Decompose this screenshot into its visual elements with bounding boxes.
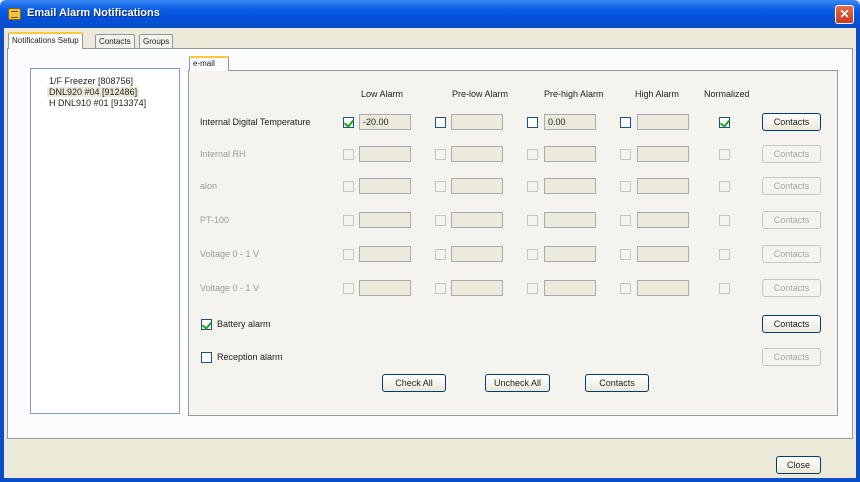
row-contacts-button[interactable]: Contacts (762, 145, 821, 163)
battery-alarm-checkbox[interactable] (201, 319, 212, 330)
uncheck-all-button[interactable]: Uncheck All (485, 374, 550, 392)
threshold-field[interactable] (359, 246, 411, 262)
window-border-left (0, 28, 4, 482)
threshold-field[interactable] (637, 146, 689, 162)
threshold-field[interactable] (359, 178, 411, 194)
reception-contacts-button[interactable]: Contacts (762, 348, 821, 366)
threshold-field[interactable] (544, 146, 596, 162)
column-header: Pre-low Alarm (452, 89, 509, 99)
alarm-checkbox[interactable] (343, 149, 354, 160)
alarm-checkbox[interactable] (435, 283, 446, 294)
threshold-field[interactable] (451, 246, 503, 262)
column-header: High Alarm (635, 89, 680, 99)
alarm-checkbox[interactable] (620, 215, 631, 226)
sensor-label: alon (200, 181, 218, 191)
list-item[interactable]: DNL920 #04 [912486] (47, 87, 140, 97)
alarm-checkbox[interactable] (527, 215, 538, 226)
close-window-button[interactable]: ✕ (835, 5, 854, 24)
tab-notifications-setup[interactable]: Notifications Setup (8, 32, 83, 49)
normalized-checkbox[interactable] (719, 249, 730, 260)
threshold-field[interactable]: -20.00 (359, 114, 411, 130)
threshold-field[interactable] (637, 114, 689, 130)
tab-e-mail[interactable]: e-mail (189, 56, 229, 71)
column-header: Pre-high Alarm (544, 89, 604, 99)
threshold-field[interactable] (544, 212, 596, 228)
row-contacts-button[interactable]: Contacts (762, 113, 821, 131)
row-contacts-button[interactable]: Contacts (762, 279, 821, 297)
list-item[interactable]: H DNL910 #01 [913374] (47, 98, 148, 108)
threshold-field[interactable]: 0.00 (544, 114, 596, 130)
alarm-checkbox[interactable] (527, 117, 538, 128)
threshold-field[interactable] (359, 280, 411, 296)
window-border-right (856, 28, 860, 482)
tab-groups[interactable]: Groups (139, 34, 174, 49)
close-button[interactable]: Close (776, 456, 821, 474)
normalized-checkbox[interactable] (719, 215, 730, 226)
threshold-field[interactable] (544, 246, 596, 262)
window-border-bottom (0, 478, 860, 482)
alarm-checkbox[interactable] (527, 149, 538, 160)
battery-contacts-button[interactable]: Contacts (762, 315, 821, 333)
normalized-checkbox[interactable] (719, 149, 730, 160)
alarm-checkbox[interactable] (343, 249, 354, 260)
dialog-footer (4, 440, 856, 478)
alarm-checkbox[interactable] (620, 181, 631, 192)
sensor-label: Internal RH (200, 149, 246, 159)
unit-list[interactable]: 1/F Freezer [808756] DNL920 #04 [912486]… (30, 68, 180, 414)
alarm-checkbox[interactable] (527, 181, 538, 192)
column-header: Low Alarm (361, 89, 404, 99)
alarm-checkbox[interactable] (527, 283, 538, 294)
alarm-checkbox[interactable] (435, 215, 446, 226)
threshold-field[interactable] (637, 178, 689, 194)
tab-contacts[interactable]: Contacts (95, 34, 135, 49)
alarm-checkbox[interactable] (620, 117, 631, 128)
normalized-checkbox[interactable] (719, 283, 730, 294)
threshold-field[interactable] (451, 178, 503, 194)
alarm-checkbox[interactable] (527, 249, 538, 260)
battery-alarm-label: Battery alarm (217, 319, 271, 329)
alarm-checkbox[interactable] (620, 249, 631, 260)
row-contacts-button[interactable]: Contacts (762, 211, 821, 229)
threshold-field[interactable] (451, 146, 503, 162)
app-icon (8, 8, 21, 20)
check-all-button[interactable]: Check All (382, 374, 446, 392)
alarm-checkbox[interactable] (620, 149, 631, 160)
threshold-field[interactable] (359, 146, 411, 162)
row-contacts-button[interactable]: Contacts (762, 177, 821, 195)
alarm-checkbox[interactable] (435, 181, 446, 192)
alarm-checkbox[interactable] (343, 283, 354, 294)
alarm-checkbox[interactable] (620, 283, 631, 294)
alarm-checkbox[interactable] (435, 249, 446, 260)
row-contacts-button[interactable]: Contacts (762, 245, 821, 263)
normalized-checkbox[interactable] (719, 181, 730, 192)
threshold-field[interactable] (637, 280, 689, 296)
alarm-checkbox[interactable] (343, 215, 354, 226)
sensor-label: Voltage 0 - 1 V (200, 283, 260, 293)
alarm-checkbox[interactable] (343, 181, 354, 192)
list-item[interactable]: 1/F Freezer [808756] (47, 76, 135, 86)
threshold-field[interactable] (451, 212, 503, 228)
normalized-checkbox[interactable] (719, 117, 730, 128)
column-header: Normalized (704, 89, 750, 99)
reception-alarm-checkbox[interactable] (201, 352, 212, 363)
threshold-field[interactable] (451, 114, 503, 130)
alarm-checkbox[interactable] (435, 149, 446, 160)
alarm-checkbox[interactable] (435, 117, 446, 128)
threshold-field[interactable] (544, 178, 596, 194)
contacts-button[interactable]: Contacts (585, 374, 649, 392)
alarm-checkbox[interactable] (343, 117, 354, 128)
threshold-field[interactable] (544, 280, 596, 296)
sensor-label: Voltage 0 - 1 V (200, 249, 260, 259)
title-bar: Email Alarm Notifications ✕ (0, 0, 860, 28)
threshold-field[interactable] (637, 246, 689, 262)
window-title: Email Alarm Notifications (27, 7, 160, 19)
sensor-label: PT-100 (200, 215, 230, 225)
threshold-field[interactable] (637, 212, 689, 228)
sensor-label: Internal Digital Temperature (200, 117, 311, 127)
reception-alarm-label: Reception alarm (217, 352, 283, 362)
threshold-field[interactable] (451, 280, 503, 296)
threshold-field[interactable] (359, 212, 411, 228)
